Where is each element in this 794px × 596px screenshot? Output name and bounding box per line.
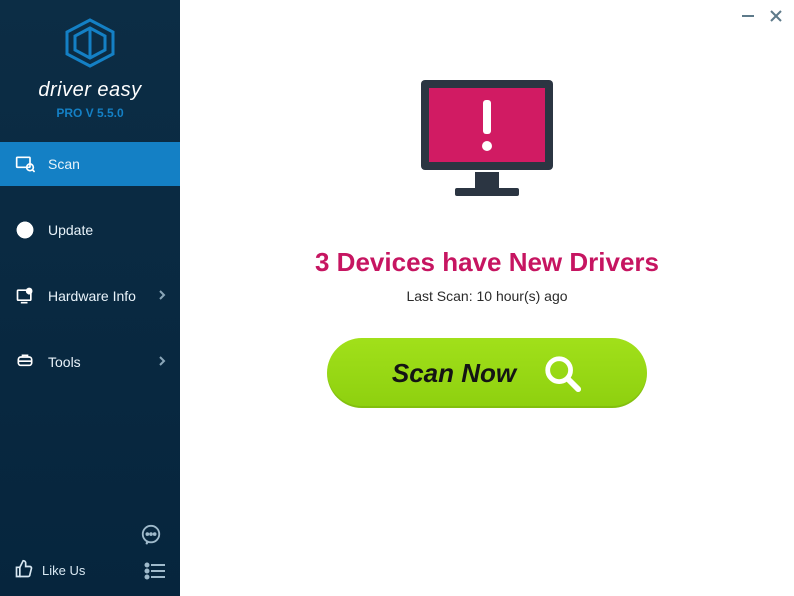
nav-label: Update xyxy=(48,222,166,238)
nav-label: Scan xyxy=(48,156,166,172)
version-label: PRO V 5.5.0 xyxy=(56,106,123,120)
like-us-button[interactable]: Like Us xyxy=(14,559,134,582)
last-scan-label: Last Scan: 10 hour(s) ago xyxy=(406,288,567,304)
nav-scan[interactable]: Scan xyxy=(0,142,180,186)
nav-tools[interactable]: Tools xyxy=(0,340,180,384)
nav-update[interactable]: Update xyxy=(0,208,180,252)
menu-icon[interactable] xyxy=(144,560,166,582)
hardware-info-icon: i xyxy=(14,285,36,307)
tools-icon xyxy=(14,351,36,373)
close-button[interactable] xyxy=(768,8,784,24)
alert-monitor-icon xyxy=(407,70,567,215)
scan-icon xyxy=(14,153,36,175)
brand-name: driver easy xyxy=(38,79,141,102)
chevron-right-icon xyxy=(158,355,166,369)
main-content: 3 Devices have New Drivers Last Scan: 10… xyxy=(180,0,794,596)
nav: Scan Update i Hardware Inf xyxy=(0,142,180,549)
scan-now-label: Scan Now xyxy=(392,358,516,389)
update-icon xyxy=(14,219,36,241)
nav-label: Tools xyxy=(48,354,158,370)
bottom-bar: Like Us xyxy=(0,549,180,596)
headline: 3 Devices have New Drivers xyxy=(315,247,659,278)
nav-label: Hardware Info xyxy=(48,288,158,304)
thumbs-up-icon xyxy=(14,559,34,582)
search-icon xyxy=(542,353,582,393)
chevron-right-icon xyxy=(158,289,166,303)
nav-hardware[interactable]: i Hardware Info xyxy=(0,274,180,318)
scan-now-button[interactable]: Scan Now xyxy=(327,338,647,408)
logo-icon xyxy=(63,18,117,73)
feedback-icon[interactable] xyxy=(140,524,162,546)
minimize-button[interactable] xyxy=(740,8,756,24)
like-us-label: Like Us xyxy=(42,563,85,578)
brand-block: driver easy PRO V 5.5.0 xyxy=(0,0,180,130)
sidebar: driver easy PRO V 5.5.0 Scan Up xyxy=(0,0,180,596)
